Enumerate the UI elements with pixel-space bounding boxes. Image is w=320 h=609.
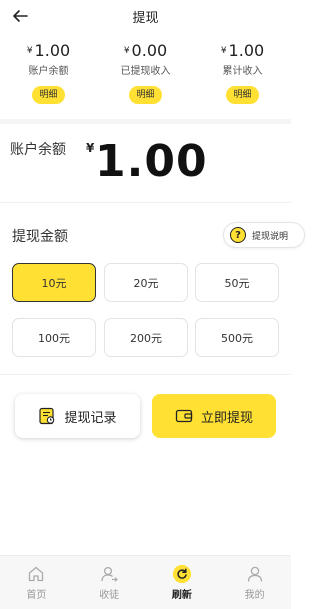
stat-amount: ¥0.00 <box>97 40 194 62</box>
tab-label: 收徒 <box>99 590 120 601</box>
home-icon <box>29 566 44 582</box>
tab-label: 我的 <box>244 590 265 601</box>
section-divider <box>0 202 291 203</box>
stat-value: 1.00 <box>228 41 265 60</box>
stat-amount: ¥1.00 <box>0 40 97 62</box>
stats-row: ¥1.00 账户余额 明细 ¥0.00 已提现收入 明细 ¥1.00 累计收入 … <box>0 40 291 112</box>
bottom-tab-bar: 首页 收徒 刷新 我的 <box>0 555 291 609</box>
withdraw-amount-header: 提现金额 ? 提现说明 <box>0 222 305 248</box>
question-icon: ? <box>229 227 246 243</box>
currency-symbol: ¥ <box>220 46 227 56</box>
stat-withdrawn-income: ¥0.00 已提现收入 明细 <box>97 40 194 112</box>
record-icon <box>39 407 55 425</box>
balance-value: 1.00 <box>95 136 208 187</box>
detail-button[interactable]: 明细 <box>226 86 259 104</box>
withdraw-now-button[interactable]: 立即提现 <box>152 394 276 438</box>
section-divider <box>0 374 291 375</box>
balance-section: 账户余额 ¥ 1.00 <box>0 123 291 199</box>
stat-label: 累计收入 <box>222 66 263 77</box>
withdraw-help-button[interactable]: ? 提现说明 <box>222 222 305 248</box>
stat-value: 0.00 <box>131 41 168 60</box>
stat-label: 已提现收入 <box>120 66 171 77</box>
tab-home[interactable]: 首页 <box>0 556 73 609</box>
page-title: 提现 <box>132 11 159 26</box>
withdraw-now-label: 立即提现 <box>200 410 253 426</box>
amount-option-200[interactable]: 200元 <box>104 318 188 357</box>
stat-total-income: ¥1.00 累计收入 明细 <box>194 40 291 112</box>
amount-option-10[interactable]: 10元 <box>12 263 96 302</box>
stat-label: 账户余额 <box>28 66 69 77</box>
wallet-icon <box>175 409 193 423</box>
amount-option-100[interactable]: 100元 <box>12 318 96 357</box>
tab-refresh[interactable]: 刷新 <box>146 556 219 609</box>
tab-profile[interactable]: 我的 <box>218 556 291 609</box>
withdraw-record-label: 提现记录 <box>64 410 117 426</box>
add-user-icon <box>101 566 118 582</box>
amount-option-20[interactable]: 20元 <box>104 263 188 302</box>
balance-label: 账户余额 <box>10 142 66 158</box>
tab-apprentice[interactable]: 收徒 <box>73 556 146 609</box>
refresh-icon <box>172 565 191 583</box>
withdraw-record-button[interactable]: 提现记录 <box>15 394 140 438</box>
stat-amount: ¥1.00 <box>194 40 291 62</box>
amount-option-50[interactable]: 50元 <box>195 263 279 302</box>
tab-label: 刷新 <box>171 590 192 601</box>
withdraw-help-label: 提现说明 <box>251 231 288 242</box>
currency-symbol: ¥ <box>123 46 130 56</box>
header: 提现 <box>0 0 291 34</box>
amount-option-500[interactable]: 500元 <box>195 318 279 357</box>
currency-symbol: ¥ <box>26 46 33 56</box>
currency-symbol: ¥ <box>86 141 95 155</box>
tab-label: 首页 <box>26 590 47 601</box>
action-buttons: 提现记录 立即提现 <box>0 394 291 440</box>
detail-button[interactable]: 明细 <box>32 86 65 104</box>
withdraw-amount-label: 提现金额 <box>12 229 68 245</box>
profile-icon <box>247 566 262 582</box>
stat-account-balance: ¥1.00 账户余额 明细 <box>0 40 97 112</box>
detail-button[interactable]: 明细 <box>129 86 162 104</box>
stat-value: 1.00 <box>34 41 71 60</box>
